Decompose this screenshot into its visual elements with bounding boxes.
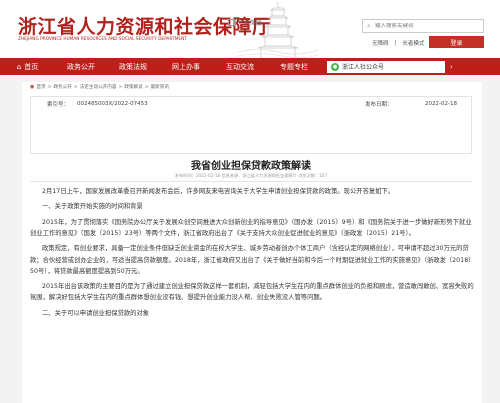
link-separator: | [394, 40, 397, 46]
paragraph: 2月17日上午，国家发展改革委召开新闻发布会后，许多网友来电咨询关于大学生申请创… [42, 188, 395, 195]
breadcrumb-sep: > [47, 84, 52, 90]
nav-item-gov-affairs[interactable]: 政务公开 [55, 58, 107, 75]
search-box[interactable]: ⌕ [362, 19, 484, 33]
main-nav: ⌂ 首页 政务公开 政策法规 网上办事 互动交流 专题专栏 ● 浙江人社公众号 … [0, 58, 500, 75]
index-label: 索引号： [47, 102, 70, 108]
divider [30, 181, 472, 182]
site-header: 浙江省人力资源和社会保障厅 ZHEJIANG PROVINCE HUMAN RE… [0, 0, 500, 58]
search-icon[interactable]: ⌕ [363, 22, 375, 31]
paragraph: 政策规定，有创业要求，具备一定创业条件但缺乏创业资金的在校大学生、城乡劳动者创办… [30, 245, 472, 275]
breadcrumb-sep: > [73, 84, 78, 90]
accessibility-link[interactable]: 无障碍 [372, 39, 389, 47]
nav-item-online-services[interactable]: 网上办事 [159, 58, 213, 75]
breadcrumb-sep: > [118, 84, 123, 90]
location-pin-icon: ◉ [30, 84, 35, 90]
breadcrumb-latest[interactable]: 最新资讯 [151, 84, 169, 90]
date-value: 2022-02-18 [425, 101, 457, 107]
nav-item-policies[interactable]: 政策法规 [107, 58, 159, 75]
nav-item-interaction[interactable]: 互动交流 [213, 58, 267, 75]
date-label: 发布日期： [365, 102, 393, 108]
breadcrumb-disclosure[interactable]: 法定主动公开内容 [80, 84, 117, 90]
wechat-account-box[interactable]: ● 浙江人社公众号 [327, 60, 445, 73]
elder-mode-link[interactable]: 长者模式 [402, 39, 424, 47]
breadcrumb-interpretation[interactable]: 政策解读 [124, 84, 142, 90]
paragraph: 2015年，为了贯彻落实《国务院办公厅关于发展众创空间推进大众创新创业的指导意见… [30, 218, 472, 237]
index-value: 002485003X/2022-07453 [77, 101, 148, 107]
home-icon: ⌂ [16, 62, 22, 71]
login-button[interactable]: 登录 [429, 36, 484, 48]
search-input[interactable] [375, 23, 480, 29]
page-title: 我省创业担保贷款政策解读 [191, 161, 311, 172]
breadcrumb-sep: > [144, 84, 149, 90]
breadcrumb-gov[interactable]: 政务公开 [53, 84, 71, 90]
breadcrumb: ◉ 首页 > 政务公开 > 法定主动公开内容 > 政策解读 > 最新资讯 [30, 84, 169, 90]
paragraph: 一、关于政策开始实施的时间和背景 [42, 203, 143, 211]
paragraph: 2015年出台该政策的主要目的是为了通过建立创业担保贷款这样一套机制，减轻包括大… [30, 283, 474, 302]
nav-item-home[interactable]: ⌂ 首页 [0, 58, 55, 75]
header-links: 无障碍 | 长者模式 [372, 39, 424, 47]
paragraph: 二、关于可以申请创业担保贷款的对象 [42, 309, 150, 317]
wechat-icon: ● [331, 62, 339, 71]
nav-item-special-topics[interactable]: 专题专栏 [267, 58, 321, 75]
document-meta-table: 索引号： 002485003X/2022-07453 发布日期： 2022-02… [30, 96, 472, 154]
article-body: 2月17日上午，国家发展改革委召开新闻发布会后，许多网友来电咨询关于大学生申请创… [30, 186, 474, 323]
switch-icon [228, 19, 235, 26]
nav-label-home: 首页 [24, 62, 39, 71]
meta-row: 索引号： 002485003X/2022-07453 发布日期： 2022-02… [31, 97, 471, 111]
site-title-en: ZHEJIANG PROVINCE HUMAN RESOURCES AND SO… [18, 36, 187, 41]
breadcrumb-home[interactable]: 首页 [36, 84, 45, 90]
chevron-right-icon[interactable]: › [450, 63, 453, 71]
wechat-label: 浙江人社公众号 [342, 64, 385, 71]
document-subinfo: 发布时间：2022-02-18 信息来源：浙江省人力资源和社会保障厅 浏览次数：… [174, 173, 328, 178]
pagoda-illustration [238, 2, 318, 58]
